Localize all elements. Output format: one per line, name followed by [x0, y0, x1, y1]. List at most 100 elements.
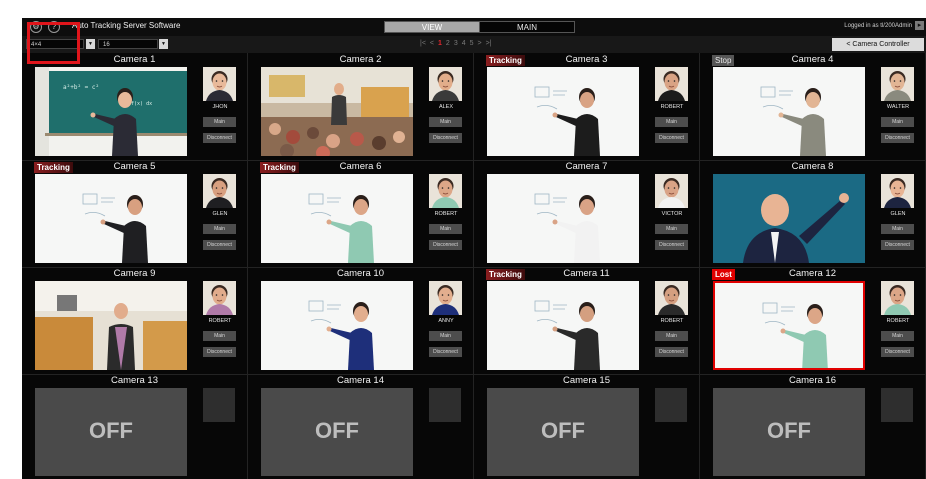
camera-controller-button[interactable]: < Camera Controller: [832, 38, 924, 51]
disconnect-button[interactable]: Disconnect: [881, 240, 914, 250]
page-link[interactable]: |<: [420, 40, 426, 47]
camera-cell[interactable]: Camera 13 OFF: [22, 374, 248, 479]
person-name: GLEN: [890, 211, 906, 217]
camera-video-off[interactable]: OFF: [35, 388, 187, 476]
tab-main[interactable]: MAIN: [479, 21, 575, 33]
disconnect-button[interactable]: Disconnect: [429, 240, 462, 250]
camera-cell[interactable]: Camera 2 ALEX Main Disconnect: [248, 53, 474, 161]
main-button[interactable]: Main: [203, 224, 236, 234]
disconnect-button[interactable]: Disconnect: [429, 347, 462, 357]
main-button[interactable]: Main: [655, 331, 688, 341]
disconnect-button[interactable]: Disconnect: [429, 133, 462, 143]
person-thumbnail[interactable]: [429, 174, 462, 208]
disconnect-button[interactable]: Disconnect: [655, 240, 688, 250]
camera-video[interactable]: [713, 174, 865, 263]
camera-title: Camera 14: [337, 375, 384, 386]
camera-video[interactable]: [35, 174, 187, 263]
camera-title: Camera 10: [337, 268, 384, 279]
person-thumbnail[interactable]: [881, 174, 914, 208]
camera-cell[interactable]: Camera 3 Tracking ROBERT Main Disconnect: [474, 53, 700, 161]
page-link[interactable]: 4: [462, 40, 466, 47]
camera-cell[interactable]: Camera 1 a²+b² = c² ∫ f(x) dx JHON Main: [22, 53, 248, 161]
count-dropdown-icon[interactable]: ▼: [159, 39, 168, 49]
camera-cell[interactable]: Camera 12 Lost ROBERT Main Disconnect: [700, 267, 926, 375]
camera-cell[interactable]: Camera 8 GLEN Main Disconnect: [700, 160, 926, 268]
camera-video[interactable]: [487, 281, 639, 370]
page-link[interactable]: >|: [486, 40, 492, 47]
count-select[interactable]: 16: [98, 39, 158, 49]
camera-video[interactable]: [261, 281, 413, 370]
page-link[interactable]: 2: [446, 40, 450, 47]
main-button[interactable]: Main: [429, 224, 462, 234]
off-label: OFF: [89, 418, 133, 443]
camera-title: Camera 15: [563, 375, 610, 386]
camera-cell[interactable]: Camera 14 OFF: [248, 374, 474, 479]
camera-cell[interactable]: Camera 4 Stop WALTER Main Disconnect: [700, 53, 926, 161]
person-thumbnail[interactable]: [655, 281, 688, 315]
person-thumbnail[interactable]: [881, 281, 914, 315]
camera-cell[interactable]: Camera 10 ANNY Main Disconnect: [248, 267, 474, 375]
camera-cell[interactable]: Camera 5 Tracking GLEN Main Disconnect: [22, 160, 248, 268]
camera-cell[interactable]: Camera 16 OFF: [700, 374, 926, 479]
camera-cell[interactable]: Camera 6 Tracking ROBERT Main Disconnect: [248, 160, 474, 268]
page-link[interactable]: 3: [454, 40, 458, 47]
status-badge: Tracking: [486, 269, 525, 280]
person-thumbnail[interactable]: [203, 174, 236, 208]
camera-title: Camera 2: [339, 54, 382, 65]
camera-cell[interactable]: Camera 9 ROBERT Main Disconnect: [22, 267, 248, 375]
camera-cell[interactable]: Camera 15 OFF: [474, 374, 700, 479]
disconnect-button[interactable]: Disconnect: [655, 133, 688, 143]
camera-video-off[interactable]: OFF: [261, 388, 413, 476]
disconnect-button[interactable]: Disconnect: [881, 133, 914, 143]
status-badge: Tracking: [486, 55, 525, 66]
person-name: ROBERT: [886, 318, 910, 324]
person-name: ROBERT: [208, 318, 232, 324]
disconnect-button[interactable]: Disconnect: [203, 133, 236, 143]
person-name: ROBERT: [660, 318, 684, 324]
page-link[interactable]: 5: [470, 40, 474, 47]
camera-video-off[interactable]: OFF: [713, 388, 865, 476]
camera-video[interactable]: [713, 281, 865, 370]
camera-video[interactable]: [713, 67, 865, 156]
person-thumbnail[interactable]: [655, 174, 688, 208]
person-thumbnail[interactable]: [881, 67, 914, 101]
main-button[interactable]: Main: [881, 224, 914, 234]
person-thumbnail[interactable]: [203, 281, 236, 315]
disconnect-button[interactable]: Disconnect: [655, 347, 688, 357]
layout-dropdown-icon[interactable]: ▼: [86, 39, 95, 49]
main-button[interactable]: Main: [881, 331, 914, 341]
person-thumbnail[interactable]: [429, 67, 462, 101]
main-button[interactable]: Main: [655, 117, 688, 127]
main-button[interactable]: Main: [881, 117, 914, 127]
camera-cell[interactable]: Camera 7 VICTOR Main Disconnect: [474, 160, 700, 268]
disconnect-button[interactable]: Disconnect: [881, 347, 914, 357]
camera-video-off[interactable]: OFF: [487, 388, 639, 476]
camera-video[interactable]: [261, 174, 413, 263]
page-link[interactable]: >: [478, 40, 482, 47]
main-button[interactable]: Main: [203, 331, 236, 341]
person-name: VICTOR: [661, 211, 683, 217]
camera-video[interactable]: [487, 67, 639, 156]
camera-video[interactable]: [261, 67, 413, 156]
camera-video[interactable]: [35, 281, 187, 370]
login-status: Logged in as tl/200Admin: [844, 23, 912, 29]
camera-cell[interactable]: Camera 11 Tracking ROBERT Main Disconnec…: [474, 267, 700, 375]
disconnect-button[interactable]: Disconnect: [203, 240, 236, 250]
logout-icon[interactable]: ▸: [915, 21, 924, 30]
page-link[interactable]: <: [430, 40, 434, 47]
status-badge: Stop: [712, 55, 735, 66]
person-thumbnail-empty: [655, 388, 687, 422]
person-thumbnail[interactable]: [203, 67, 236, 101]
person-thumbnail[interactable]: [429, 281, 462, 315]
main-button[interactable]: Main: [655, 224, 688, 234]
main-button[interactable]: Main: [429, 331, 462, 341]
tab-view[interactable]: VIEW: [384, 21, 480, 33]
disconnect-button[interactable]: Disconnect: [203, 347, 236, 357]
camera-video[interactable]: [487, 174, 639, 263]
camera-video[interactable]: a²+b² = c² ∫ f(x) dx: [35, 67, 187, 156]
person-thumbnail[interactable]: [655, 67, 688, 101]
main-button[interactable]: Main: [429, 117, 462, 127]
page-link[interactable]: 1: [438, 40, 442, 47]
main-button[interactable]: Main: [203, 117, 236, 127]
app-window: ⚙ ? Auto Tracking Server Software VIEW M…: [22, 18, 926, 479]
